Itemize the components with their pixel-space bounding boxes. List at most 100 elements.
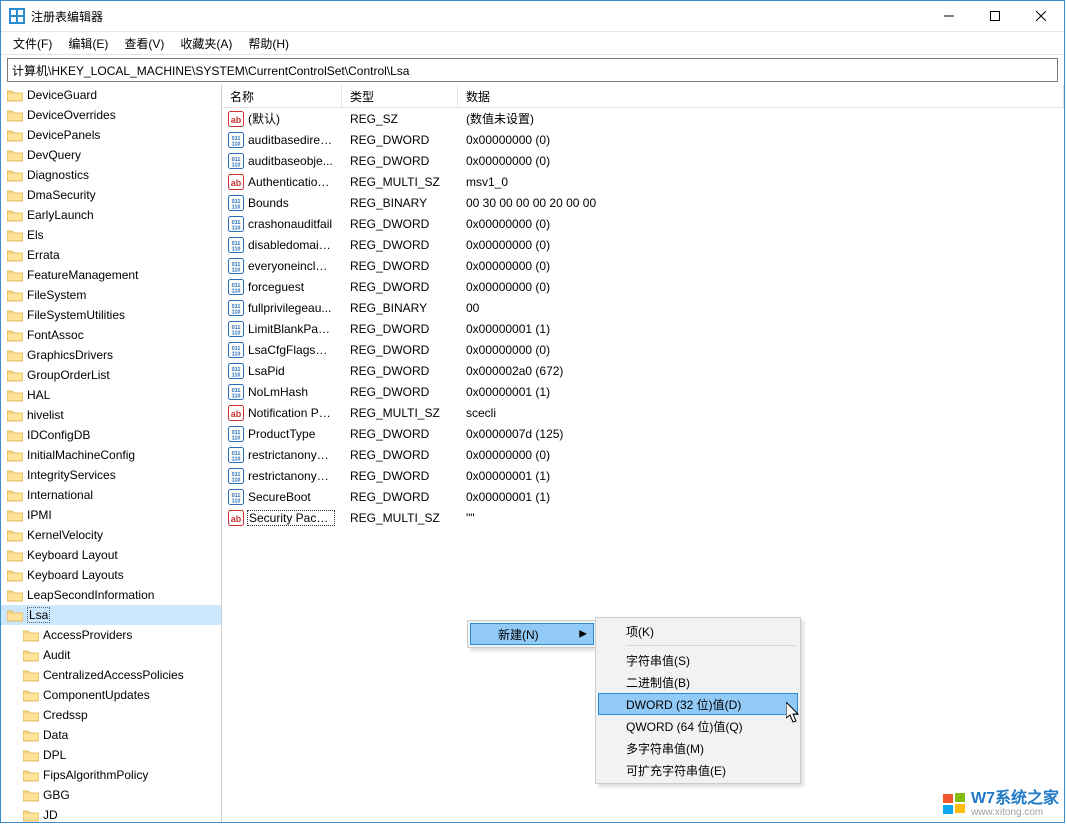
menu-help[interactable]: 帮助(H) [240,33,297,54]
tree-item[interactable]: LeapSecondInformation [1,585,221,605]
list-row[interactable]: restrictanonym...REG_DWORD0x00000001 (1) [222,465,1064,486]
tree-item[interactable]: ComponentUpdates [1,685,221,705]
tree-item-label: DPL [43,748,66,762]
tree-item[interactable]: EarlyLaunch [1,205,221,225]
value-name: ProductType [248,427,315,441]
tree-item[interactable]: IntegrityServices [1,465,221,485]
list-row[interactable]: auditbaseobje...REG_DWORD0x00000000 (0) [222,150,1064,171]
tree-item[interactable]: FontAssoc [1,325,221,345]
list-row[interactable]: crashonauditfailREG_DWORD0x00000000 (0) [222,213,1064,234]
menu-item-dword[interactable]: DWORD (32 位)值(D) [598,693,798,715]
tree-item[interactable]: InitialMachineConfig [1,445,221,465]
tree-item[interactable]: International [1,485,221,505]
address-bar[interactable]: 计算机\HKEY_LOCAL_MACHINE\SYSTEM\CurrentCon… [7,58,1058,82]
tree-item[interactable]: Errata [1,245,221,265]
list-row[interactable]: auditbasedirec...REG_DWORD0x00000000 (0) [222,129,1064,150]
list-row[interactable]: Notification Pa...REG_MULTI_SZscecli [222,402,1064,423]
tree-item-label: Diagnostics [27,168,89,182]
list-row[interactable]: everyoneinclud...REG_DWORD0x00000000 (0) [222,255,1064,276]
folder-icon [7,248,23,262]
list-row[interactable]: fullprivilegeau...REG_BINARY00 [222,297,1064,318]
tree-item[interactable]: CentralizedAccessPolicies [1,665,221,685]
menu-file[interactable]: 文件(F) [5,33,60,54]
menu-view[interactable]: 查看(V) [116,33,172,54]
value-name: (默认) [248,110,280,127]
menu-item-binary[interactable]: 二进制值(B) [598,671,798,693]
tree-item[interactable]: GBG [1,785,221,805]
minimize-button[interactable] [926,1,972,31]
tree-item[interactable]: FeatureManagement [1,265,221,285]
context-menu-new[interactable]: 项(K) 字符串值(S) 二进制值(B) DWORD (32 位)值(D) QW… [595,617,801,784]
tree-item[interactable]: Keyboard Layout [1,545,221,565]
tree-item[interactable]: JD [1,805,221,822]
tree-item[interactable]: DmaSecurity [1,185,221,205]
value-type: REG_MULTI_SZ [342,406,458,420]
list-row[interactable]: restrictanonym...REG_DWORD0x00000000 (0) [222,444,1064,465]
list-row[interactable]: LsaCfgFlagsDe...REG_DWORD0x00000000 (0) [222,339,1064,360]
tree-item[interactable]: FileSystem [1,285,221,305]
menu-item-key[interactable]: 项(K) [598,620,798,642]
tree-item[interactable]: hivelist [1,405,221,425]
tree-item-label: GraphicsDrivers [27,348,113,362]
tree-item[interactable]: FipsAlgorithmPolicy [1,765,221,785]
value-data: "" [458,511,1064,525]
tree-item[interactable]: Keyboard Layouts [1,565,221,585]
tree-item[interactable]: Els [1,225,221,245]
tree-item[interactable]: KernelVelocity [1,525,221,545]
tree-item[interactable]: Credssp [1,705,221,725]
tree-item[interactable]: IDConfigDB [1,425,221,445]
tree-item[interactable]: Data [1,725,221,745]
tree-item[interactable]: FileSystemUtilities [1,305,221,325]
tree-item[interactable]: DevicePanels [1,125,221,145]
list-row[interactable]: SecureBootREG_DWORD0x00000001 (1) [222,486,1064,507]
reg-binary-icon [228,489,244,505]
list-header[interactable]: 名称 类型 数据 [222,85,1064,108]
header-data[interactable]: 数据 [458,85,1064,107]
value-type: REG_DWORD [342,217,458,231]
value-name: Authentication ... [248,175,334,189]
menu-favorites[interactable]: 收藏夹(A) [172,33,240,54]
tree-item[interactable]: GroupOrderList [1,365,221,385]
list-row[interactable]: LimitBlankPass...REG_DWORD0x00000001 (1) [222,318,1064,339]
list-row[interactable]: Authentication ...REG_MULTI_SZmsv1_0 [222,171,1064,192]
list-row[interactable]: ProductTypeREG_DWORD0x0000007d (125) [222,423,1064,444]
value-type: REG_DWORD [342,427,458,441]
tree-panel[interactable]: DeviceGuardDeviceOverridesDevicePanelsDe… [1,85,222,822]
menu-item-string[interactable]: 字符串值(S) [598,649,798,671]
list-row[interactable]: Security Packa...REG_MULTI_SZ"" [222,507,1064,528]
list-row[interactable]: disabledomain...REG_DWORD0x00000000 (0) [222,234,1064,255]
maximize-button[interactable] [972,1,1018,31]
tree-item[interactable]: DevQuery [1,145,221,165]
menu-edit[interactable]: 编辑(E) [60,33,116,54]
value-name: auditbasedirec... [248,133,334,147]
tree-item-label: CentralizedAccessPolicies [43,668,184,682]
menu-item-multistring[interactable]: 多字符串值(M) [598,737,798,759]
tree-item[interactable]: Audit [1,645,221,665]
tree-item[interactable]: GraphicsDrivers [1,345,221,365]
tree-item[interactable]: HAL [1,385,221,405]
tree-item[interactable]: DeviceOverrides [1,105,221,125]
menu-item-new[interactable]: 新建(N) ▶ [470,623,594,645]
tree-item[interactable]: DPL [1,745,221,765]
tree-item[interactable]: AccessProviders [1,625,221,645]
list-row[interactable]: LsaPidREG_DWORD0x000002a0 (672) [222,360,1064,381]
list-row[interactable]: NoLmHashREG_DWORD0x00000001 (1) [222,381,1064,402]
tree-item[interactable]: Diagnostics [1,165,221,185]
header-type[interactable]: 类型 [342,85,458,107]
list-row[interactable]: (默认)REG_SZ(数值未设置) [222,108,1064,129]
folder-icon [7,348,23,362]
context-menu-main[interactable]: 新建(N) ▶ [467,620,597,648]
menu-item-qword[interactable]: QWORD (64 位)值(Q) [598,715,798,737]
tree-item[interactable]: DeviceGuard [1,85,221,105]
tree-item[interactable]: Lsa [1,605,221,625]
list-row[interactable]: BoundsREG_BINARY00 30 00 00 00 20 00 00 [222,192,1064,213]
value-name: fullprivilegeau... [248,301,331,315]
tree-item[interactable]: IPMI [1,505,221,525]
menu-item-expandstring[interactable]: 可扩充字符串值(E) [598,759,798,781]
header-name[interactable]: 名称 [222,85,342,107]
folder-icon [7,148,23,162]
tree-item-label: JD [43,808,58,822]
close-button[interactable] [1018,1,1064,31]
list-row[interactable]: forceguestREG_DWORD0x00000000 (0) [222,276,1064,297]
tree-item-label: LeapSecondInformation [27,588,154,602]
